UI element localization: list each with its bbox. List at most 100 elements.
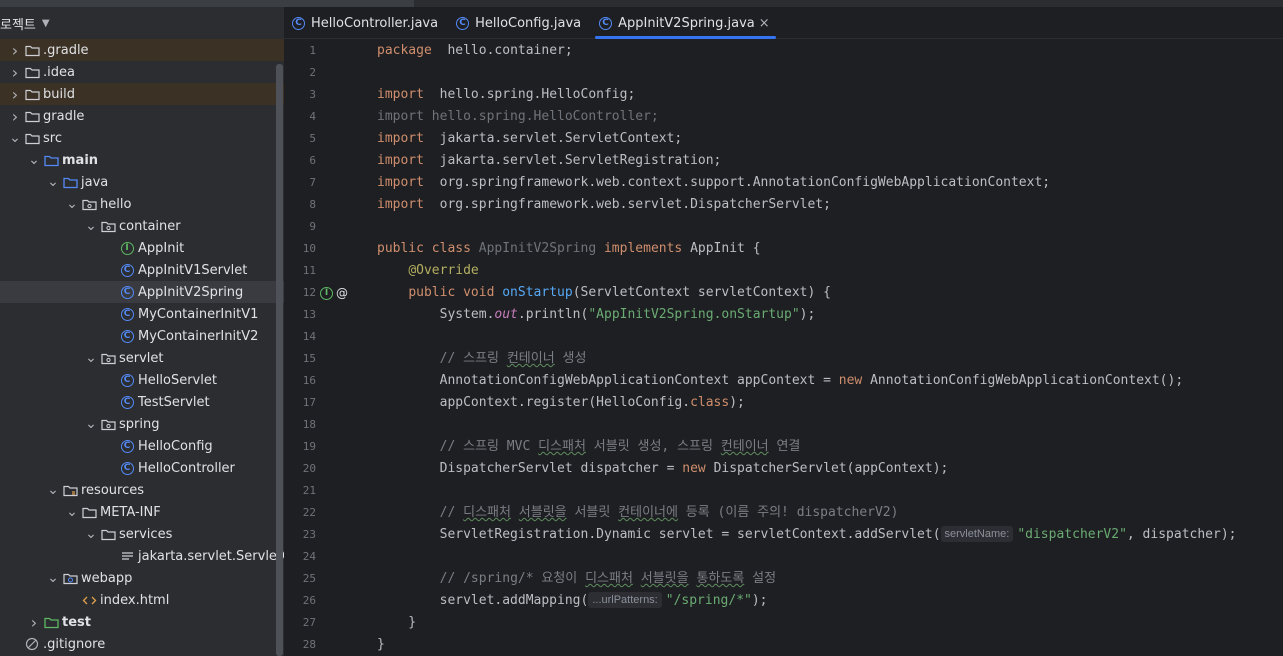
close-icon[interactable]: × [759,16,770,31]
tree-item[interactable]: ⌄ servlet [0,347,284,369]
code-token: } [377,637,385,652]
editor-tab[interactable]: C AppInitV2Spring.java × [591,7,780,39]
tree-item-label: AppInitV1Servlet [138,262,248,278]
class-icon: C [119,306,135,322]
code-token: org.springframework.web.servlet.Dispatch… [423,197,831,212]
code-token: "AppInitV2Spring.onStartup" [588,307,800,322]
tree-item-label: servlet [119,350,164,366]
code-token: 서블릿을 [640,571,689,586]
tree-item[interactable]: ⌄ spring [0,413,284,435]
code-line: AnnotationConfigWebApplicationContext ap… [377,370,1283,392]
class-icon: C [119,372,135,388]
class-icon: C [456,16,470,30]
chevron-down-icon[interactable]: ⌄ [27,153,41,167]
chevron-down-icon[interactable]: ⌄ [84,417,98,431]
code-token: 등록 (이름 주의! dispatcherV2) [677,505,899,520]
tree-item[interactable]: ⌄ container [0,215,284,237]
tree-item[interactable]: C TestServlet [0,391,284,413]
top-scrollbar[interactable] [0,0,414,7]
tree-item[interactable]: C AppInitV1Servlet [0,259,284,281]
chevron-down-icon[interactable]: ⌄ [65,197,79,211]
line-number: 5 [309,132,316,145]
code-token: public void [408,285,503,300]
tree-item[interactable]: index.html [0,589,284,611]
tree-item[interactable]: ⌄ webapp [0,567,284,589]
tree-item[interactable]: › .idea [0,61,284,83]
project-panel-header[interactable]: 로젝트 ▼ [0,11,50,35]
code-token: appContext.register(HelloConfig. [377,395,691,410]
editor-tab-bar: C HelloController.java C HelloConfig.java C A… [284,7,1283,39]
tree-item[interactable]: C AppInitV2Spring [0,281,284,303]
code-area[interactable]: package hello.container; import hello.sp… [377,40,1283,656]
code-token: 서블릿을 [518,505,567,520]
project-scrollbar[interactable] [276,64,283,656]
tree-item[interactable]: C HelloServlet [0,369,284,391]
code-token: import [377,153,424,168]
chevron-down-icon[interactable]: ⌄ [46,175,60,189]
tree-item[interactable]: .gitignore [0,633,284,655]
package-icon [81,196,97,212]
tree-item[interactable]: ⌄ java [0,171,284,193]
tree-item[interactable]: ⌄ hello [0,193,284,215]
chevron-down-icon[interactable]: ⌄ [84,527,98,541]
chevron-down-icon[interactable]: ⌄ [46,571,60,585]
tree-item[interactable]: › .gradle [0,39,284,61]
annotation-at-icon[interactable]: @ [336,286,348,300]
source-folder-icon [43,152,59,168]
line-number: 26 [302,594,316,607]
code-token: import [377,131,424,146]
chevron-down-icon[interactable]: ⌄ [84,219,98,233]
code-token: package [377,43,432,58]
tree-item[interactable]: ⌄ services [0,523,284,545]
tree-item[interactable]: jakarta.servlet.ServletContainerInitiali… [0,545,284,567]
chevron-down-icon[interactable]: ⌄ [46,483,60,497]
code-token: DispatcherServlet dispatcher = [377,461,683,476]
line-number: 4 [309,110,316,123]
tree-item[interactable]: ⌄ resources [0,479,284,501]
line-number: 20 [302,462,316,475]
line-number: 14 [302,330,316,343]
code-line: } [377,634,1283,656]
code-token: ); [751,593,768,608]
chevron-right-icon[interactable]: › [8,41,22,60]
code-editor[interactable]: 1 2 3 4 5 6 7 8 9 10 11 12 13 14 15 16 17 18 19 20 21 22 23 24 2… [284,40,1283,656]
tree-item-label: .gradle [43,42,89,58]
chevron-right-icon[interactable]: › [8,63,22,82]
code-token: import [377,87,424,102]
tree-item[interactable]: C HelloController [0,457,284,479]
chevron-down-icon[interactable]: ⌄ [65,505,79,519]
implement-method-icon[interactable]: I [320,286,333,300]
code-token: new [838,373,871,388]
tree-item[interactable]: C HelloConfig [0,435,284,457]
code-token: import [377,175,424,190]
editor-tab[interactable]: C HelloController.java [284,7,448,39]
chevron-right-icon[interactable]: › [27,613,41,632]
tree-item[interactable]: C MyContainerInitV1 [0,303,284,325]
chevron-down-icon[interactable]: ▼ [42,18,50,29]
code-token: "/spring/*" [665,593,752,608]
line-number: 24 [302,550,316,563]
tree-item[interactable]: ⌄ main [0,149,284,171]
tree-item[interactable]: ⌄ META-INF [0,501,284,523]
editor-tab[interactable]: C HelloConfig.java [448,7,591,39]
code-token: 컨테이너 [506,351,555,366]
code-token: servlet.addMapping( [377,593,589,608]
chevron-down-icon[interactable]: ⌄ [8,131,22,145]
chevron-down-icon[interactable]: ⌄ [84,351,98,365]
tree-item[interactable]: I AppInit [0,237,284,259]
code-token: onStartup [502,285,573,300]
chevron-right-icon[interactable]: › [8,85,22,104]
chevron-right-icon[interactable]: › [8,107,22,126]
tree-item[interactable]: ⌄ src [0,127,284,149]
tree-item[interactable]: › build [0,83,284,105]
tree-item[interactable]: C MyContainerInitV2 [0,325,284,347]
package-icon [100,416,116,432]
project-panel-title: 로젝트 [0,17,36,33]
folder-icon [24,64,40,80]
tree-item[interactable]: › gradle [0,105,284,127]
code-token: out [494,307,518,322]
code-line: import jakarta.servlet.ServletContext; [377,128,1283,150]
tree-item[interactable]: › test [0,611,284,633]
